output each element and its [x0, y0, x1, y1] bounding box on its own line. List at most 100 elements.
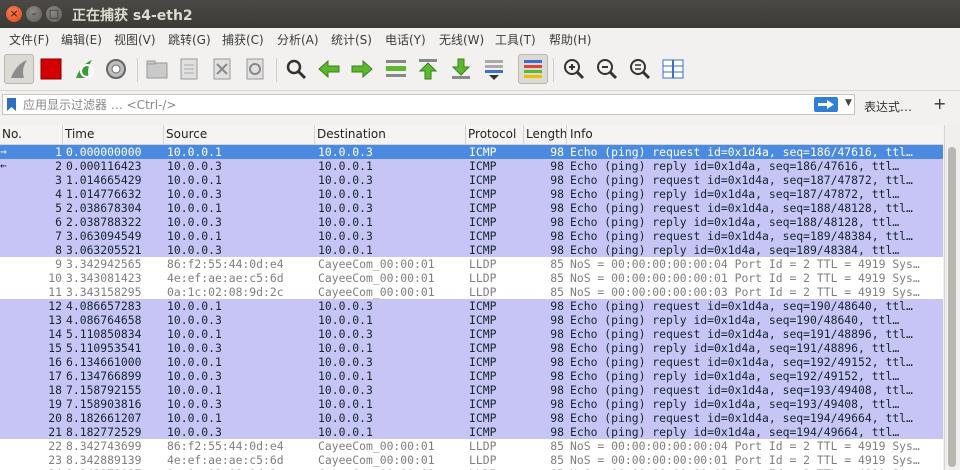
close-file-icon[interactable]: [207, 54, 237, 84]
packet-row[interactable]: 8 3.063205521 10.0.0.3 10.0.0.1 ICMP 98 Echo (…: [0, 243, 943, 257]
packet-row[interactable]: 12 4.086657283 10.0.0.1 10.0.0.3 ICMP 98 Echo …: [0, 299, 943, 313]
cell-src: 10.0.0.1: [167, 411, 222, 425]
cell-time: 0.000000000: [66, 145, 142, 159]
cell-dst: 10.0.0.1: [318, 397, 373, 411]
packet-row[interactable]: 3 1.014665429 10.0.0.1 10.0.0.3 ICMP 98 Echo (…: [0, 173, 943, 187]
cell-info: Echo (ping) reply id=0x1d4a, seq=187/478…: [570, 187, 900, 201]
open-file-icon[interactable]: [142, 54, 172, 84]
packet-row[interactable]: 17 6.134766899 10.0.0.3 10.0.0.1 ICMP 98 Echo …: [0, 369, 943, 383]
zoom-out-icon[interactable]: [592, 54, 622, 84]
cell-len: 98: [550, 243, 564, 257]
cell-time: 4.086657283: [66, 299, 142, 313]
cell-src: 10.0.0.3: [167, 425, 222, 439]
cell-info: Echo (ping) reply id=0x1d4a, seq=188/481…: [570, 215, 900, 229]
packet-row[interactable]: 6 2.038788322 10.0.0.3 10.0.0.1 ICMP 98 Echo (…: [0, 215, 943, 229]
minimize-window-button[interactable]: –: [26, 6, 42, 22]
packet-row[interactable]: 16 6.134661000 10.0.0.1 10.0.0.3 ICMP 98 Echo …: [0, 355, 943, 369]
packet-row[interactable]: 14 5.110850834 10.0.0.1 10.0.0.3 ICMP 98 Echo …: [0, 327, 943, 341]
packet-row[interactable]: 10 3.343081423 4e:ef:ae:ae:c5:6d CayeeCom_0…: [0, 271, 943, 285]
menu-help[interactable]: 帮助(H): [549, 31, 591, 48]
column-no[interactable]: No.: [2, 127, 22, 141]
go-back-icon[interactable]: [314, 54, 344, 84]
packet-row[interactable]: 5 2.038678304 10.0.0.1 10.0.0.3 ICMP 98 Echo (…: [0, 201, 943, 215]
packet-row[interactable]: 21 8.182772529 10.0.0.3 10.0.0.1 ICMP 98 Echo …: [0, 425, 943, 439]
packet-row[interactable]: 11 3.343158295 0a:1c:02:08:9d:2c CayeeCom_0…: [0, 285, 943, 299]
restart-capture-icon[interactable]: [69, 54, 99, 84]
stop-capture-icon[interactable]: [36, 54, 66, 84]
close-window-button[interactable]: ×: [6, 6, 22, 22]
cell-no: 13: [48, 313, 62, 327]
go-to-packet-icon[interactable]: [381, 54, 411, 84]
menu-file[interactable]: 文件(F): [9, 31, 49, 48]
cell-proto: ICMP: [469, 187, 497, 201]
cell-dst: 10.0.0.1: [318, 341, 373, 355]
maximize-window-button[interactable]: □: [46, 6, 62, 22]
cell-proto: LLDP: [469, 271, 497, 285]
bookmark-icon[interactable]: [7, 98, 16, 111]
cell-proto: ICMP: [469, 327, 497, 341]
vertical-scrollbar[interactable]: [944, 125, 960, 470]
cell-no: 22: [48, 439, 62, 453]
packet-row[interactable]: ← 2 0.000116423 10.0.0.3 10.0.0.1 ICMP 98 Echo …: [0, 159, 943, 173]
scrollbar-thumb[interactable]: [948, 147, 956, 467]
cell-src: 10.0.0.1: [167, 327, 222, 341]
filter-history-dropdown-icon[interactable]: ▼: [845, 98, 852, 108]
column-protocol[interactable]: Protocol: [468, 127, 516, 141]
packet-row[interactable]: 9 3.342942565 86:f2:55:44:0d:e4 CayeeCom_00…: [0, 257, 943, 271]
packet-row[interactable]: 22 8.342743699 86:f2:55:44:0d:e4 CayeeCom_0…: [0, 439, 943, 453]
cell-proto: LLDP: [469, 257, 497, 271]
cell-proto: LLDP: [469, 453, 497, 467]
apply-filter-button[interactable]: [814, 97, 838, 112]
menu-wireless[interactable]: 无线(W): [439, 31, 484, 48]
packet-row[interactable]: 7 3.063094549 10.0.0.1 10.0.0.3 ICMP 98 Echo (…: [0, 229, 943, 243]
menu-telephony[interactable]: 电话(Y): [385, 31, 426, 48]
colorize-icon[interactable]: [518, 54, 548, 84]
packet-row[interactable]: 4 1.014776632 10.0.0.3 10.0.0.1 ICMP 98 Echo (…: [0, 187, 943, 201]
packet-row[interactable]: → 1 0.000000000 10.0.0.1 10.0.0.3 ICMP 98 Echo …: [0, 145, 943, 159]
cell-dst: 10.0.0.3: [318, 201, 373, 215]
column-destination[interactable]: Destination: [317, 127, 386, 141]
menu-capture[interactable]: 捕获(C): [222, 31, 264, 48]
add-filter-button[interactable]: +: [933, 94, 946, 113]
cell-no: 2: [55, 159, 62, 173]
packet-row[interactable]: 13 4.086764658 10.0.0.3 10.0.0.1 ICMP 98 Echo …: [0, 313, 943, 327]
menu-go[interactable]: 跳转(G): [168, 31, 211, 48]
menu-tools[interactable]: 工具(T): [495, 31, 536, 48]
menu-view[interactable]: 视图(V): [114, 31, 156, 48]
menu-statistics[interactable]: 统计(S): [331, 31, 372, 48]
menu-edit[interactable]: 编辑(E): [61, 31, 102, 48]
packet-row[interactable]: 18 7.158792155 10.0.0.1 10.0.0.3 ICMP 98 Echo …: [0, 383, 943, 397]
column-info[interactable]: Info: [570, 127, 593, 141]
display-filter-input[interactable]: [23, 96, 783, 113]
cell-info: Echo (ping) request id=0x1d4a, seq=193/4…: [570, 383, 913, 397]
cell-no: 3: [55, 173, 62, 187]
menu-analyze[interactable]: 分析(A): [277, 31, 319, 48]
capture-options-icon[interactable]: [101, 54, 131, 84]
shark-fin-icon[interactable]: [4, 54, 34, 84]
packet-row[interactable]: 15 5.110953541 10.0.0.3 10.0.0.1 ICMP 98 Echo …: [0, 341, 943, 355]
packet-row[interactable]: 23 8.342889139 4e:ef:ae:ae:c5:6d CayeeCom_0…: [0, 453, 943, 467]
cell-dst: 10.0.0.1: [318, 159, 373, 173]
expression-button[interactable]: 表达式…: [864, 98, 912, 115]
packet-row[interactable]: 19 7.158903816 10.0.0.3 10.0.0.1 ICMP 98 Echo …: [0, 397, 943, 411]
column-source[interactable]: Source: [166, 127, 207, 141]
zoom-normal-icon[interactable]: [625, 54, 655, 84]
zoom-in-icon[interactable]: [559, 54, 589, 84]
cell-len: 98: [550, 145, 564, 159]
cell-no: 18: [48, 383, 62, 397]
column-length[interactable]: Length: [526, 127, 567, 141]
cell-proto: ICMP: [469, 145, 497, 159]
autoscroll-icon[interactable]: [479, 54, 509, 84]
cell-len: 98: [550, 383, 564, 397]
save-file-icon[interactable]: [174, 54, 204, 84]
column-time[interactable]: Time: [65, 127, 94, 141]
cell-time: 3.342942565: [66, 257, 142, 271]
last-packet-icon[interactable]: [446, 54, 476, 84]
resize-columns-icon[interactable]: [658, 54, 688, 84]
first-packet-icon[interactable]: [413, 54, 443, 84]
go-forward-icon[interactable]: [347, 54, 377, 84]
cell-info: Echo (ping) reply id=0x1d4a, seq=193/494…: [570, 397, 900, 411]
reload-file-icon[interactable]: [240, 54, 270, 84]
find-packet-icon[interactable]: [281, 54, 311, 84]
packet-row[interactable]: 20 8.182661207 10.0.0.1 10.0.0.3 ICMP 98 Echo …: [0, 411, 943, 425]
